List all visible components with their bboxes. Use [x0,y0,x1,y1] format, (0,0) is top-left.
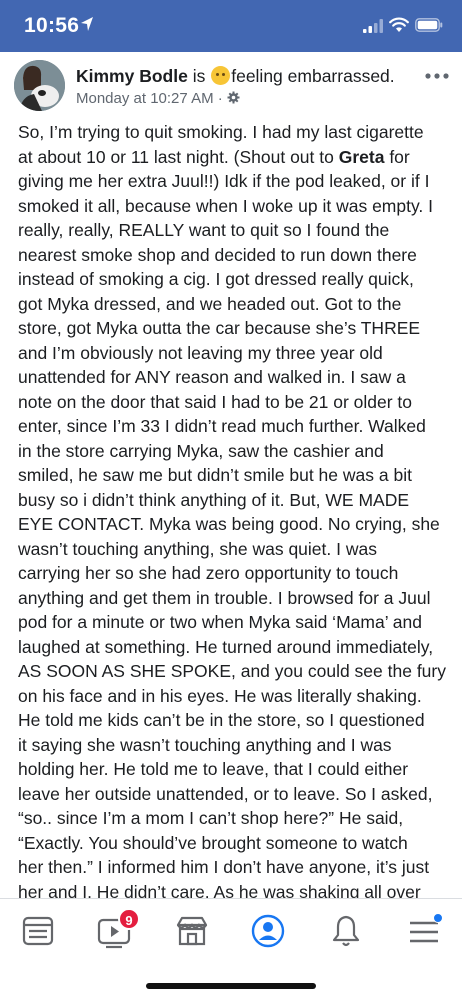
post-body-line: anything and get them in trouble. I brow… [18,587,431,608]
more-options-icon[interactable] [424,66,450,86]
mention-link[interactable]: Greta [339,147,385,167]
post-body-line: wasn’t touching anything, she was quiet.… [18,538,377,559]
post-body-line: busy so i didn’t think anything of it. B… [18,489,410,510]
post-meta: Monday at 10:27 AM · [76,90,240,107]
notifications-tab[interactable] [328,913,364,949]
post-body-line: and I’m obviously not leaving my three y… [18,342,383,363]
marketplace-tab[interactable] [174,913,210,949]
post-body-line: EYE CONTACT. Myka was being good. No cry… [18,514,440,534]
watch-notification-badge: 9 [118,908,140,930]
post-body-line: “Exactly. You should’ve brought someone … [18,832,408,853]
post-body-line: note on the door that said I had to be 2… [18,391,413,412]
menu-notification-dot [433,913,443,923]
news-feed-tab[interactable] [20,913,56,949]
post-body-line: store, got Myka outta the car because sh… [18,318,421,338]
post-body-line: nearest smoke shop and decided to run do… [18,244,417,265]
news-feed-icon [22,916,54,946]
post-body-line: got Myka dressed, and we headed out. Got… [18,293,402,314]
home-indicator[interactable] [146,983,316,989]
post-body-line: her and I. He didn’t care. As he was sha… [18,881,421,899]
post-body-line: in the store carrying Myka, saw the cash… [18,440,384,461]
marketplace-store-icon [176,916,208,946]
post-body-line: her then.” I informed him I don’t have a… [18,857,430,877]
post-body-line: leave her outside unattended, or to leav… [18,783,433,804]
post-body-line: “so.. since I’m a mom I can’t shop here?… [18,808,404,828]
post-body-line: it saying she wasn’t touching anything a… [18,734,392,755]
status-time: 10:56 [24,14,80,37]
post-body-line: on his face and in his eyes. He was lite… [18,685,422,706]
profile-photo-icon [14,60,65,111]
post-body-line: enter, since I’m 33 I didn’t read much f… [18,416,426,436]
post-body-line: smoked it all, because when I woke up it… [18,195,434,216]
post-body-line: instead of smoking a cig. I got dressed … [18,269,414,289]
embarrassed-emoji-icon [211,66,231,85]
post-body-line: So, I’m trying to quit smoking. I had my… [18,122,424,142]
privacy-gear-icon[interactable] [227,91,240,104]
wifi-icon [389,17,409,32]
post-author-line: Kimmy Bodle is feeling embarrassed. [76,66,395,87]
post-body-line: carrying her so she had zero opportunity… [18,563,399,583]
post-body-line: He told me kids can’t be in the store, s… [18,710,425,730]
post-body-line: unattended for ANY reason and walked in.… [18,367,406,387]
profile-tab[interactable] [250,913,286,949]
profile-icon [251,914,285,948]
battery-icon [415,18,443,32]
post-body-line: holding her. He told me to leave, that I… [18,759,409,779]
post-body-line: laughed at something. He turned around i… [18,636,434,657]
post-body-line: smiled, he saw me but didn’t smile but h… [18,465,412,485]
feeling-text: feeling embarrassed. [231,66,395,86]
post-body-line: at about 10 or 11 last night. (Shout out… [18,146,410,167]
post-body-line: AS SOON AS SHE SPOKE, and you could see … [18,661,446,681]
bell-icon [332,915,360,947]
post-body-line: giving me her extra Juul!!) Idk if the p… [18,171,430,191]
post-body: So, I’m trying to quit smoking. I had my… [18,120,456,898]
cellular-signal-icon [363,19,383,33]
location-arrow-icon [81,17,93,31]
post-timestamp[interactable]: Monday at 10:27 AM [76,90,214,107]
meta-separator: · [217,90,223,107]
post-body-line: really, really, REALLY want to quit so I… [18,220,390,240]
status-bar: 10:56 [0,0,462,52]
author-name[interactable]: Kimmy Bodle [76,66,188,86]
author-verb: is [192,66,206,86]
post-body-line: pod for a minute or two when Myka said ‘… [18,612,422,632]
avatar[interactable] [14,60,65,111]
